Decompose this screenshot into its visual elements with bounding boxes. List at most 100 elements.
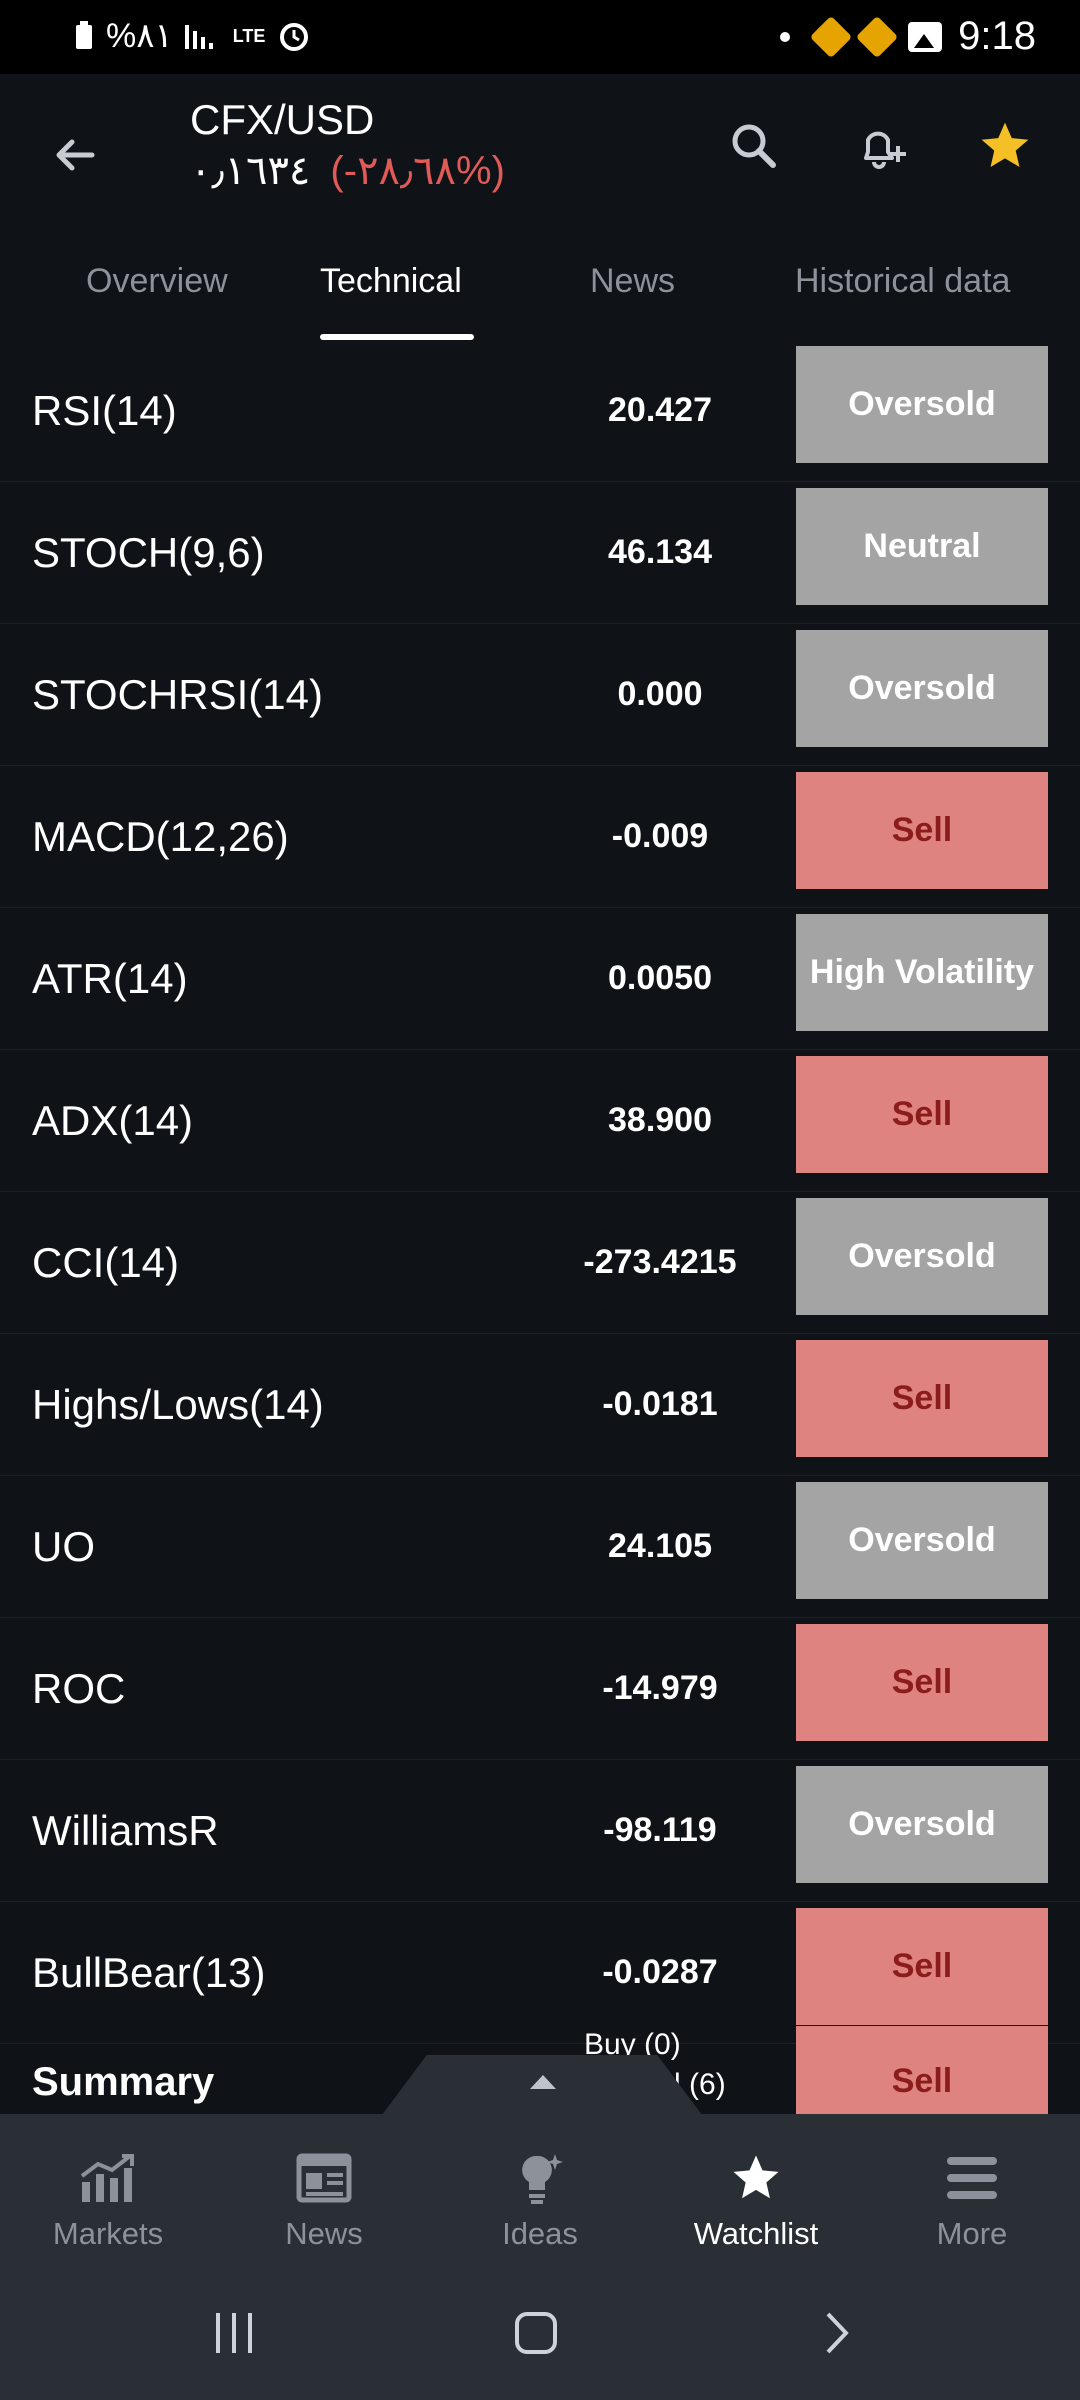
- add-alert-button[interactable]: [852, 116, 912, 176]
- indicator-row: WilliamsR -98.119 Oversold: [0, 1760, 1080, 1902]
- current-price: ٠٫١٦٣٤: [190, 149, 311, 193]
- indicator-value: 0.000: [617, 675, 703, 713]
- battery-icon: [76, 21, 92, 49]
- indicator-row: STOCH(9,6) 46.134 Neutral: [0, 482, 1080, 624]
- indicator-row: ADX(14) 38.900 Sell: [0, 1050, 1080, 1192]
- indicator-name: MACD(12,26): [32, 813, 289, 860]
- nav-label: Markets: [52, 2216, 164, 2251]
- indicator-value: 24.105: [608, 1527, 712, 1565]
- indicator-value: -273.4215: [583, 1243, 737, 1281]
- summary-label: Summary: [32, 2060, 215, 2104]
- indicator-name: Highs/Lows(14): [32, 1381, 324, 1428]
- indicator-name: ADX(14): [32, 1097, 194, 1144]
- indicator-name: STOCH(9,6): [32, 529, 265, 576]
- page-title: CFX/USD: [190, 96, 375, 143]
- gallery-icon: [908, 21, 943, 52]
- indicator-value: 46.134: [608, 533, 712, 571]
- indicator-name: CCI(14): [32, 1239, 180, 1286]
- indicator-row: UO 24.105 Oversold: [0, 1476, 1080, 1618]
- indicator-name: RSI(14): [32, 387, 177, 434]
- system-nav-bar: [0, 2274, 1080, 2400]
- indicator-action-badge: Oversold: [796, 630, 1048, 747]
- signal-icon: [184, 25, 213, 49]
- indicator-action-badge: Oversold: [796, 1482, 1048, 1599]
- caret-up-icon: [530, 2075, 556, 2089]
- binance-icon: [809, 15, 853, 58]
- indicator-name: ATR(14): [32, 955, 188, 1002]
- chevron-right-icon: [826, 2312, 849, 2354]
- nav-news[interactable]: News: [216, 2114, 432, 2274]
- indicator-name: STOCHRSI(14): [32, 671, 323, 718]
- status-bar: %٨١ LTE 9:18: [0, 0, 1080, 74]
- app-header: CFX/USD ٠٫١٦٣٤ (-٢٨٫٦٨%): [0, 74, 1080, 224]
- bottom-nav: Markets News Ideas Watchlist More: [0, 2114, 1080, 2274]
- indicator-action-badge: Sell: [796, 1624, 1048, 1741]
- home-icon: [515, 2312, 557, 2354]
- recents-button[interactable]: [214, 2310, 254, 2361]
- indicator-action-badge: Oversold: [796, 1198, 1048, 1315]
- nav-watchlist[interactable]: Watchlist: [648, 2114, 864, 2274]
- battery-percent: %٨١: [106, 17, 173, 55]
- tab-news[interactable]: News: [590, 262, 675, 301]
- indicator-list: RSI(14) 20.427 Oversold STOCH(9,6) 46.134 Neu…: [0, 340, 1080, 2044]
- indicator-row: Highs/Lows(14) -0.0181 Sell: [0, 1334, 1080, 1476]
- recents-icon: [216, 2313, 252, 2353]
- indicator-row: MACD(12,26) -0.009 Sell: [0, 766, 1080, 908]
- nav-label: News: [285, 2216, 363, 2251]
- binance-icon-2: [855, 15, 899, 58]
- tab-technical[interactable]: Technical: [320, 262, 462, 301]
- price-line: ٠٫١٦٣٤ (-٢٨٫٦٨%): [190, 148, 505, 194]
- star-icon: [729, 2148, 783, 2208]
- nav-markets[interactable]: Markets: [0, 2114, 216, 2274]
- indicator-name: ROC: [32, 1665, 126, 1712]
- bell-plus-icon: [864, 131, 906, 169]
- indicator-value: 38.900: [608, 1101, 712, 1139]
- ideas-icon: [515, 2148, 565, 2208]
- markets-icon: [78, 2148, 138, 2208]
- indicator-row: ROC -14.979 Sell: [0, 1618, 1080, 1760]
- indicator-action-badge: Oversold: [796, 346, 1048, 463]
- network-type: LTE: [232, 25, 266, 46]
- star-icon: [981, 122, 1029, 167]
- indicator-row: STOCHRSI(14) 0.000 Oversold: [0, 624, 1080, 766]
- indicator-value: -14.979: [602, 1669, 718, 1707]
- search-icon: [732, 124, 776, 168]
- pull-up-handle[interactable]: [382, 2055, 702, 2115]
- nav-more[interactable]: More: [864, 2114, 1080, 2274]
- search-button[interactable]: [724, 116, 784, 176]
- favorite-button[interactable]: [975, 116, 1035, 176]
- status-right: 9:18: [780, 14, 1036, 59]
- tab-historical-data[interactable]: Historical data: [795, 262, 1010, 301]
- indicator-action-badge: Sell: [796, 1340, 1048, 1457]
- news-icon: [296, 2148, 352, 2208]
- indicator-action-badge: Oversold: [796, 1766, 1048, 1883]
- nav-label: Watchlist: [693, 2216, 819, 2251]
- indicator-action-badge: Sell: [796, 1908, 1048, 2025]
- price-change: (-٢٨٫٦٨%): [330, 149, 505, 193]
- home-button[interactable]: [514, 2310, 558, 2361]
- menu-icon: [945, 2148, 999, 2208]
- indicator-row: CCI(14) -273.4215 Oversold: [0, 1192, 1080, 1334]
- indicator-value: -0.009: [611, 817, 709, 855]
- back-arrow-icon: [56, 139, 95, 171]
- indicator-action-badge: Sell: [796, 1056, 1048, 1173]
- tab-overview[interactable]: Overview: [86, 262, 228, 301]
- status-time: 9:18: [958, 14, 1036, 58]
- nav-label: More: [936, 2216, 1008, 2251]
- indicator-action-badge: High Volatility: [796, 914, 1048, 1031]
- alarm-icon: [280, 23, 309, 51]
- indicator-value: -98.119: [603, 1811, 717, 1849]
- indicator-row: ATR(14) 0.0050 High Volatility: [0, 908, 1080, 1050]
- notification-dot-icon: [780, 31, 791, 42]
- back-nav-button[interactable]: [822, 2310, 852, 2361]
- indicator-action-badge: Sell: [796, 772, 1048, 889]
- indicator-value: 0.0050: [608, 959, 712, 997]
- back-button[interactable]: [50, 128, 100, 193]
- nav-label: Ideas: [502, 2216, 578, 2251]
- tab-bar: Overview Technical News Historical data: [0, 230, 1080, 340]
- indicator-value: 20.427: [608, 391, 712, 429]
- indicator-value: -0.0181: [602, 1385, 718, 1423]
- indicator-name: WilliamsR: [32, 1807, 219, 1854]
- indicator-action-badge: Neutral: [796, 488, 1048, 605]
- nav-ideas[interactable]: Ideas: [432, 2114, 648, 2274]
